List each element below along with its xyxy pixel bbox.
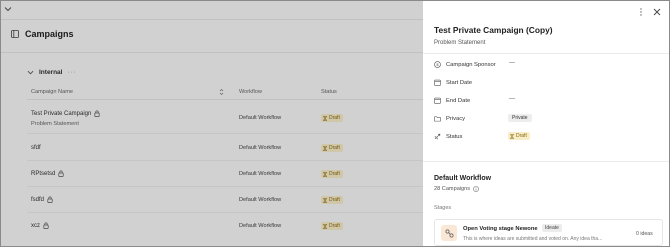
divider [423, 161, 669, 162]
panel-title: Test Private Campaign (Copy) [434, 25, 553, 35]
stage-card[interactable]: Open Voting stage Newone Ideate This is … [434, 219, 663, 246]
close-icon[interactable] [653, 8, 661, 16]
campaign-count: 28 Campaigns [434, 186, 471, 192]
stages-label: Stages [434, 205, 452, 211]
stage-description: This is where ideas are submitted and vo… [463, 236, 603, 242]
sponsor-icon: $ [434, 61, 441, 68]
sponsor-value[interactable]: — [509, 60, 515, 66]
stage-name: Open Voting stage Newone [463, 226, 538, 232]
more-vertical-icon[interactable] [639, 7, 643, 17]
hourglass-icon [510, 133, 514, 139]
folder-icon [434, 116, 441, 122]
stage-type-badge: Ideate [542, 224, 562, 232]
modal-backdrop[interactable] [1, 1, 423, 246]
panel-subtitle: Problem Statement [434, 40, 486, 46]
property-privacy: Privacy [434, 114, 465, 123]
property-label: End Date [446, 97, 471, 104]
status-badge[interactable]: Draft [508, 132, 530, 140]
property-status: Status [434, 132, 462, 141]
property-label: Status [446, 133, 463, 140]
status-label: Draft [516, 133, 527, 139]
property-start-date: Start Date [434, 78, 472, 87]
property-end-date: End Date [434, 96, 470, 105]
workflow-title: Default Workflow [434, 175, 492, 182]
rocket-icon [434, 133, 441, 140]
property-label: Campaign Sponsor [446, 61, 496, 68]
property-label: Start Date [446, 79, 473, 86]
property-label: Privacy [446, 115, 466, 122]
stage-idea-count: 0 ideas [636, 231, 653, 237]
svg-text:$: $ [436, 62, 439, 67]
stage-icon [445, 229, 453, 237]
calendar-icon [434, 97, 441, 104]
campaign-detail-panel: Test Private Campaign (Copy) Problem Sta… [423, 1, 669, 246]
privacy-badge[interactable]: Private [508, 114, 532, 122]
property-sponsor: $ Campaign Sponsor [434, 60, 496, 69]
stage-icon [441, 225, 457, 241]
info-icon[interactable] [473, 186, 479, 192]
divider [423, 53, 669, 54]
end-date-value[interactable]: — [509, 96, 515, 102]
workflow-campaign-count: 28 Campaigns [434, 186, 479, 192]
app-window: Campaigns Internal ··· Campaign Name Wor… [0, 0, 670, 247]
calendar-icon [434, 79, 441, 86]
